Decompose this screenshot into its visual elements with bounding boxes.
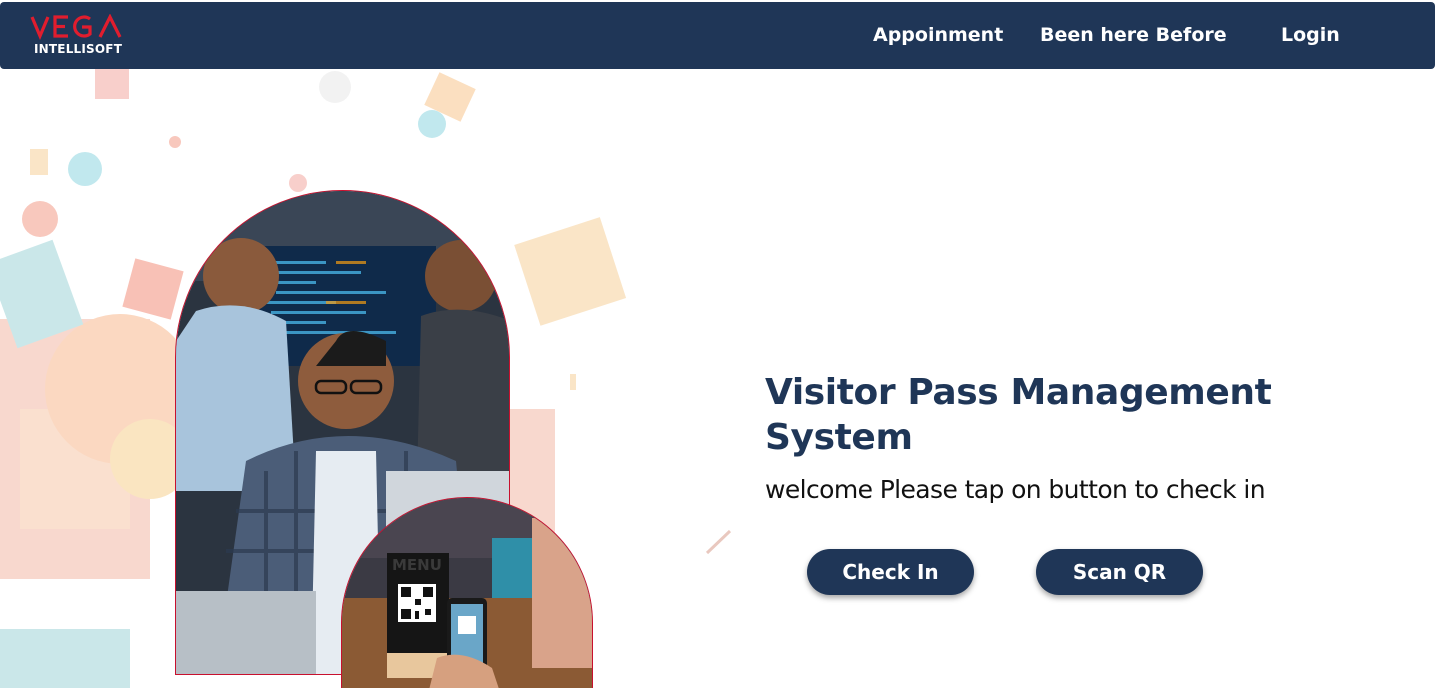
vega-logo-mark: [30, 14, 122, 40]
nav-login-link[interactable]: Login: [1281, 24, 1340, 46]
logo-subtext: INTELLISOFT: [34, 42, 123, 56]
menu-sign-text: MENU: [392, 556, 442, 574]
scan-qr-button[interactable]: Scan QR: [1036, 549, 1203, 595]
hero-title: Visitor Pass Management System: [765, 372, 1272, 458]
top-navbar: INTELLISOFT Appoinment Been here Before …: [0, 2, 1435, 69]
nav-been-here-before-link[interactable]: Been here Before: [1040, 24, 1227, 46]
check-in-button[interactable]: Check In: [807, 549, 974, 595]
hero-subtitle: welcome Please tap on button to check in: [765, 475, 1266, 504]
nav-appointment-link[interactable]: Appoinment: [873, 24, 1003, 46]
vega-logo[interactable]: INTELLISOFT: [30, 14, 130, 60]
visitor-pass-landing-page: INTELLISOFT Appoinment Been here Before …: [0, 0, 1435, 688]
